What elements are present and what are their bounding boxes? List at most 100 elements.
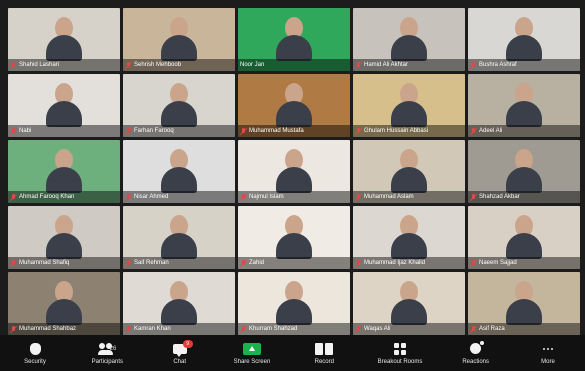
- record-label: Record: [314, 358, 334, 365]
- share-screen-icon: [242, 342, 261, 356]
- participant-name: Shahzad Akbar: [479, 194, 520, 200]
- participant-name: Waqas Ali: [364, 326, 391, 332]
- participant-body: [506, 101, 542, 127]
- muted-mic-icon: [240, 127, 247, 135]
- security-button[interactable]: Security: [16, 342, 54, 365]
- participant-name: Zahid: [249, 260, 265, 266]
- participant-tile[interactable]: Noor Jan: [238, 8, 350, 71]
- participant-name: Asif Raza: [479, 326, 505, 332]
- participant-body: [506, 233, 542, 259]
- participant-video: [390, 215, 428, 259]
- participant-name: Muhammad Aslam: [364, 194, 414, 200]
- participant-tile[interactable]: Kamran Khan: [123, 272, 235, 335]
- share-screen-button[interactable]: Share Screen: [233, 342, 271, 365]
- participant-name: Shahid Lashari: [19, 62, 60, 68]
- more-label: More: [541, 358, 555, 365]
- participant-video: [275, 215, 313, 259]
- participant-body: [506, 35, 542, 61]
- participant-name-bar: Khurram Shahzad: [238, 323, 350, 335]
- participant-video: [275, 281, 313, 325]
- participant-name-bar: Naeem Sajjad: [468, 257, 580, 269]
- participant-tile[interactable]: Adeel Ali: [468, 74, 580, 137]
- participant-tile[interactable]: Ahmad Farooq Khan: [8, 140, 120, 203]
- participant-tile[interactable]: Muhammad Ijaz Khalid: [353, 206, 465, 269]
- participant-tile[interactable]: Naeem Sajjad: [468, 206, 580, 269]
- participant-tile[interactable]: Farhan Farooq: [123, 74, 235, 137]
- participant-tile[interactable]: Muhammad Shahbaz: [8, 272, 120, 335]
- reactions-button[interactable]: Reactions: [457, 341, 495, 365]
- participant-tile[interactable]: Muhammad Aslam: [353, 140, 465, 203]
- record-button[interactable]: Record: [305, 342, 343, 365]
- participant-body: [391, 299, 427, 325]
- participant-tile[interactable]: Nisar Ahmed: [123, 140, 235, 203]
- participant-tile[interactable]: Ghulam Hussain Abbasi: [353, 74, 465, 137]
- participant-name-bar: Nisar Ahmed: [123, 191, 235, 203]
- muted-mic-icon: [240, 193, 247, 201]
- participant-name-bar: Ghulam Hussain Abbasi: [353, 125, 465, 137]
- chat-button[interactable]: 9 Chat: [161, 339, 199, 365]
- participant-name-bar: Waqas Ali: [353, 323, 465, 335]
- participant-body: [506, 299, 542, 325]
- participant-name: Noor Jan: [240, 62, 265, 68]
- muted-mic-icon: [10, 259, 17, 267]
- participant-video: [275, 149, 313, 193]
- participant-tile[interactable]: Muhammad Shafiq: [8, 206, 120, 269]
- participant-grid: Shahid Lashari Sehrish Mehboob Noor Jan Ham…: [8, 8, 580, 335]
- participant-video: [505, 83, 543, 127]
- participants-button[interactable]: 26 Participants: [88, 342, 126, 365]
- participant-name: Khurram Shahzad: [249, 326, 298, 332]
- breakout-rooms-label: Breakout Rooms: [377, 358, 423, 365]
- participant-body: [46, 101, 82, 127]
- muted-mic-icon: [125, 193, 132, 201]
- participant-name: Muhammad Shafiq: [19, 260, 70, 266]
- participant-tile[interactable]: Saif Rehman: [123, 206, 235, 269]
- participant-video: [45, 17, 83, 61]
- participant-name-bar: Muhammad Shahbaz: [8, 323, 120, 335]
- muted-mic-icon: [470, 61, 477, 69]
- participant-tile[interactable]: Shahzad Akbar: [468, 140, 580, 203]
- participant-name: Adeel Ali: [479, 128, 503, 134]
- participant-tile[interactable]: Zahid: [238, 206, 350, 269]
- more-button[interactable]: More: [529, 342, 567, 365]
- participant-video: [505, 17, 543, 61]
- participant-body: [161, 299, 197, 325]
- participant-video: [275, 83, 313, 127]
- participant-tile[interactable]: Asif Raza: [468, 272, 580, 335]
- participant-video: [160, 83, 198, 127]
- participant-video: [275, 17, 313, 61]
- participant-body: [46, 233, 82, 259]
- participant-video: [390, 83, 428, 127]
- participant-tile[interactable]: Shahid Lashari: [8, 8, 120, 71]
- breakout-rooms-button[interactable]: Breakout Rooms: [377, 342, 423, 365]
- participant-video: [390, 281, 428, 325]
- more-icon: [539, 342, 557, 356]
- participant-tile[interactable]: Sehrish Mehboob: [123, 8, 235, 71]
- participant-tile[interactable]: Hamid Ali Akhtar: [353, 8, 465, 71]
- participant-name: Naeem Sajjad: [479, 260, 517, 266]
- muted-mic-icon: [125, 61, 132, 69]
- participant-body: [161, 167, 197, 193]
- muted-mic-icon: [10, 325, 17, 333]
- participant-body: [276, 101, 312, 127]
- participant-body: [276, 299, 312, 325]
- participant-name-bar: Asif Raza: [468, 323, 580, 335]
- muted-mic-icon: [125, 325, 132, 333]
- chat-label: Chat: [173, 358, 186, 365]
- participant-video: [505, 281, 543, 325]
- participant-body: [276, 35, 312, 61]
- participant-tile[interactable]: Muhammad Mustafa: [238, 74, 350, 137]
- participant-body: [391, 167, 427, 193]
- participant-tile[interactable]: Bushra Ashraf: [468, 8, 580, 71]
- muted-mic-icon: [355, 193, 362, 201]
- participant-name: Hamid Ali Akhtar: [364, 62, 409, 68]
- participant-body: [161, 35, 197, 61]
- participant-name-bar: Adeel Ali: [468, 125, 580, 137]
- participant-tile[interactable]: Waqas Ali: [353, 272, 465, 335]
- participant-video: [390, 149, 428, 193]
- participant-tile[interactable]: Nabi: [8, 74, 120, 137]
- participant-name: Kamran Khan: [134, 326, 171, 332]
- participant-tile[interactable]: Khurram Shahzad: [238, 272, 350, 335]
- security-label: Security: [24, 358, 46, 365]
- muted-mic-icon: [10, 193, 17, 201]
- participant-tile[interactable]: Najmul Islam: [238, 140, 350, 203]
